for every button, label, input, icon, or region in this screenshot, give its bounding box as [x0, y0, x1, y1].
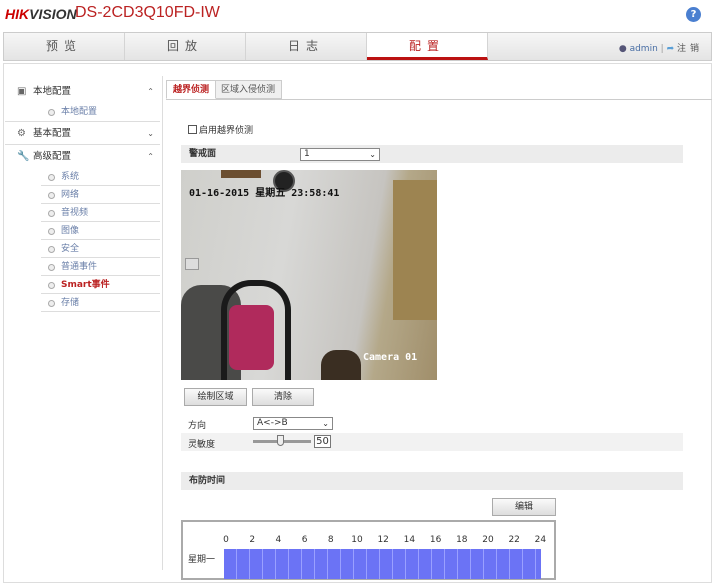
- chevron-down-icon: ⌄: [369, 150, 376, 159]
- warning-plane-select[interactable]: 1 ⌄: [300, 148, 380, 161]
- hour-tick-label: 16: [429, 535, 442, 545]
- light-switch: [185, 258, 199, 270]
- schedule-bar-monday[interactable]: [224, 549, 541, 579]
- help-icon[interactable]: ?: [686, 7, 701, 22]
- tab-log[interactable]: 日志: [246, 33, 367, 60]
- enable-label: 启用越界侦测: [199, 126, 254, 136]
- sidebar-item-local-config[interactable]: 本地配置: [41, 103, 160, 121]
- sidebar-item-system[interactable]: 系统: [41, 168, 160, 186]
- select-value: 1: [304, 149, 310, 159]
- tab-line-crossing[interactable]: 越界侦测: [166, 80, 217, 99]
- chevron-down-icon: ⌄: [322, 419, 329, 428]
- floor-object: [321, 350, 361, 380]
- hour-tick-label: 6: [301, 535, 308, 545]
- sensitivity-slider-handle[interactable]: [277, 435, 284, 446]
- sensitivity-label: 灵敏度: [188, 440, 216, 450]
- tab-intrusion[interactable]: 区域入侵侦测: [214, 80, 283, 99]
- chevron-up-icon: ⌃: [147, 87, 154, 96]
- tab-underline: [166, 99, 712, 100]
- hour-tick-label: 20: [482, 535, 494, 545]
- wrench-icon: 🔧: [17, 151, 30, 162]
- stroller-seat: [229, 305, 274, 370]
- monitor-gear-icon: ▣: [17, 86, 27, 97]
- warning-plane-label: 警戒面: [189, 149, 217, 159]
- hour-tick-label: 2: [249, 535, 256, 545]
- gear-icon: ⚙: [17, 128, 26, 139]
- sidebar-item-network[interactable]: 网络: [41, 186, 160, 204]
- sidebar-group-basic[interactable]: ⚙ 基本配置 ⌄: [5, 122, 160, 145]
- wall-painting: [393, 180, 437, 320]
- user-icon: ●: [618, 44, 627, 54]
- direction-label: 方向: [188, 421, 207, 431]
- draw-area-button[interactable]: 绘制区域: [184, 388, 247, 406]
- hour-tick-label: 0: [223, 535, 229, 545]
- sidebar-item-security[interactable]: 安全: [41, 240, 160, 258]
- sidebar-group-local[interactable]: ▣ 本地配置 ⌃: [5, 80, 160, 103]
- sidebar-item-image[interactable]: 图像: [41, 222, 160, 240]
- hour-tick-label: 12: [377, 535, 389, 545]
- sidebar-group-advanced[interactable]: 🔧 高级配置 ⌃: [5, 145, 160, 168]
- direction-select[interactable]: A<->B ⌄: [253, 417, 333, 430]
- logout-link[interactable]: 注销: [677, 44, 703, 54]
- tab-preview[interactable]: 预览: [4, 33, 125, 60]
- osd-time: 01-16-2015 星期五 23:58:41: [189, 188, 340, 199]
- clear-button[interactable]: 清除: [252, 388, 314, 406]
- day-label: 星期一: [188, 555, 216, 565]
- select-value: A<->B: [257, 418, 288, 428]
- sidebar-item-video-audio[interactable]: 音视频: [41, 204, 160, 222]
- enable-checkbox[interactable]: [188, 125, 197, 134]
- group-label: 基本配置: [33, 128, 72, 139]
- sidebar-item-storage[interactable]: 存储: [41, 294, 160, 312]
- hour-tick-label: 18: [456, 535, 468, 545]
- hour-tick-label: 14: [403, 535, 416, 545]
- enable-row: 启用越界侦测: [188, 123, 253, 136]
- schedule-grid: 0 2 4 6 8 10 12 14 16 18 20 22 24 星期一: [181, 520, 556, 580]
- tab-playback[interactable]: 回放: [125, 33, 246, 60]
- device-model: DS-2CD3Q10FD-IW: [75, 4, 220, 21]
- divider: [162, 76, 163, 570]
- username[interactable]: admin: [630, 44, 658, 54]
- sidebar: ▣ 本地配置 ⌃ 本地配置 ⚙ 基本配置 ⌄ 🔧 高级配置 ⌃ 系统 网络 音视频 图像 安…: [5, 80, 160, 312]
- group-label: 高级配置: [33, 151, 72, 162]
- sidebar-item-smart-event[interactable]: Smart事件: [41, 276, 160, 294]
- sidebar-item-basic-event[interactable]: 普通事件: [41, 258, 160, 276]
- hour-tick-label: 22: [508, 535, 520, 545]
- hour-tick-label: 4: [275, 535, 282, 545]
- hikvision-logo: HIKVISION: [5, 6, 77, 22]
- schedule-header: 布防时间: [181, 472, 683, 490]
- hour-tick-label: 24: [534, 535, 547, 545]
- logout-icon: ➦: [666, 44, 675, 54]
- group-label: 本地配置: [33, 86, 72, 97]
- osd-camera-name: Camera 01: [363, 352, 418, 363]
- sensitivity-value[interactable]: 50: [314, 435, 331, 448]
- user-area: ● admin | ➦ 注销: [618, 44, 703, 54]
- tab-configuration[interactable]: 配置: [367, 33, 488, 60]
- edit-button[interactable]: 编辑: [492, 498, 556, 516]
- main-nav: 预览 回放 日志 配置 ● admin | ➦ 注销: [3, 32, 712, 61]
- chevron-down-icon: ⌄: [147, 129, 154, 138]
- chevron-up-icon: ⌃: [147, 152, 154, 161]
- hour-tick-label: 10: [351, 535, 363, 545]
- picture-frame: [221, 170, 261, 178]
- video-preview[interactable]: 01-16-2015 星期五 23:58:41 Camera 01: [181, 170, 437, 380]
- hour-tick-label: 8: [327, 535, 334, 545]
- warning-plane-row: 警戒面: [181, 145, 683, 163]
- schedule-label: 布防时间: [189, 476, 226, 486]
